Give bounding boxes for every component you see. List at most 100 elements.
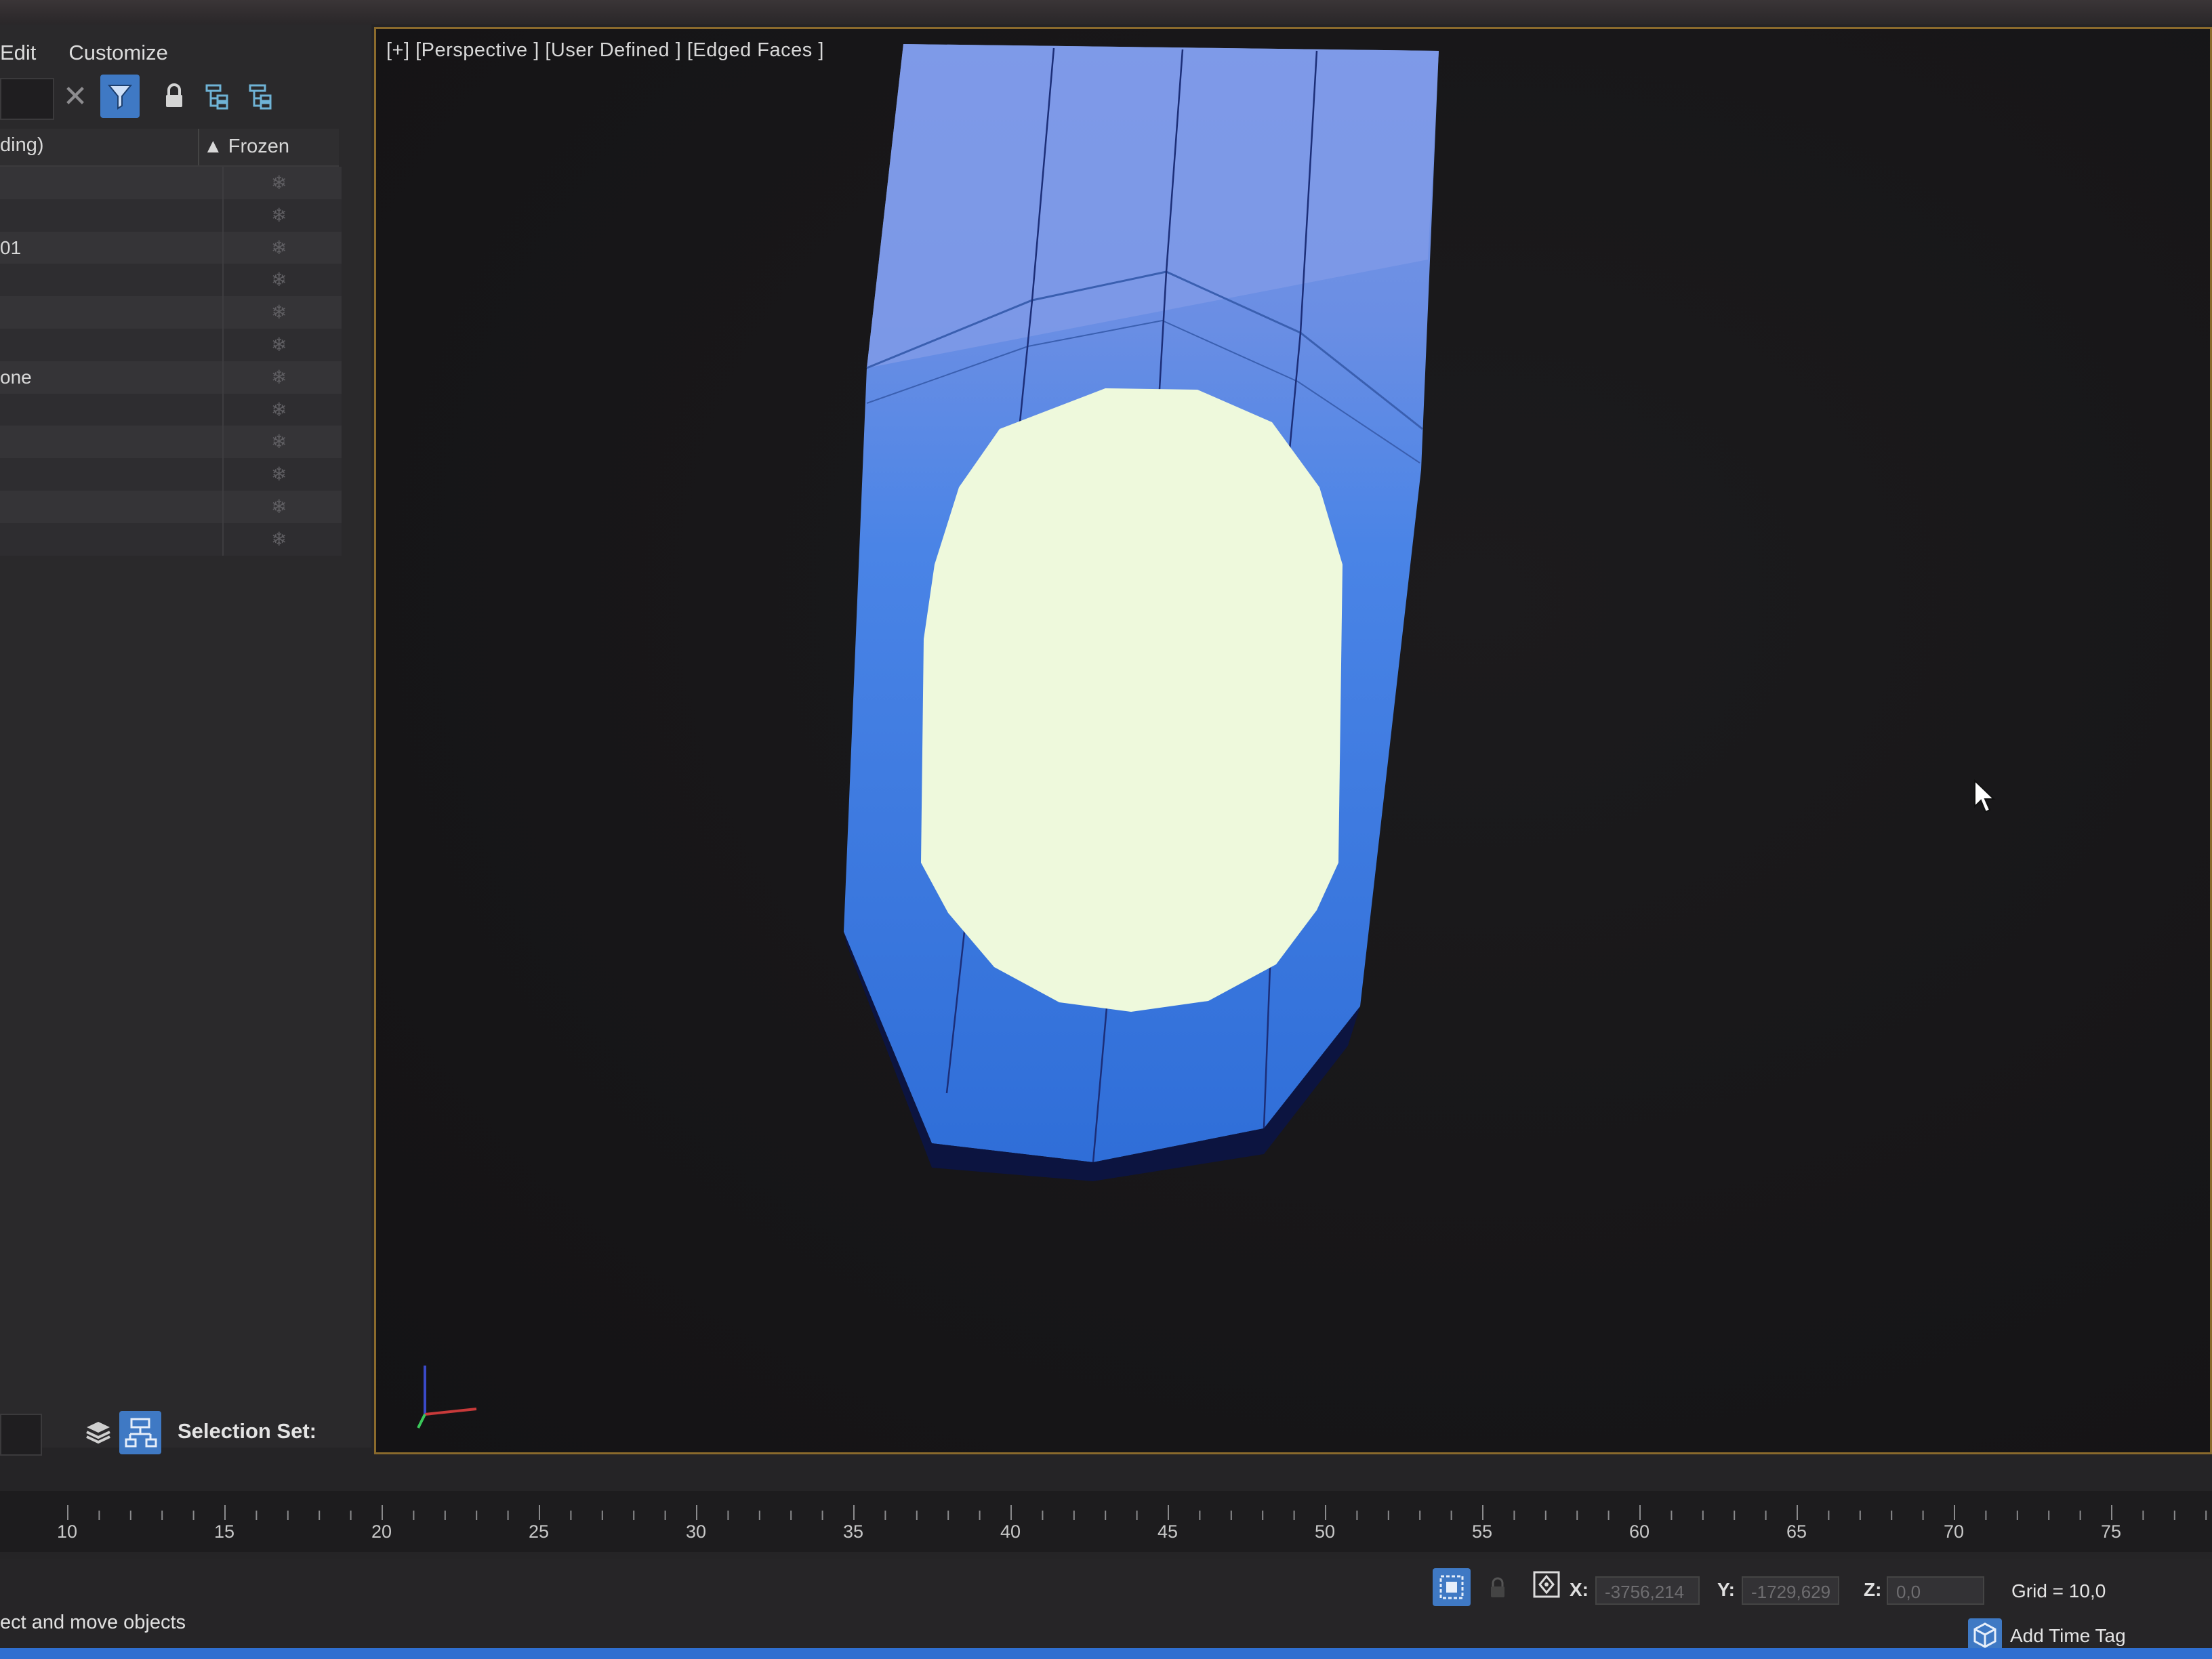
snowflake-icon: ❄ <box>271 302 287 323</box>
axis-gizmo <box>417 1366 477 1429</box>
frozen-cell[interactable]: ❄ <box>222 458 343 491</box>
frozen-cell[interactable]: ❄ <box>222 490 343 523</box>
snowflake-icon: ❄ <box>271 431 287 453</box>
frozen-cell[interactable]: ❄ <box>222 264 343 297</box>
time-tag-icon <box>1973 1622 1996 1648</box>
menu-customize[interactable]: Customize <box>68 41 167 65</box>
list-item[interactable]: ❄ <box>0 393 343 426</box>
selection-icon <box>1439 1575 1464 1599</box>
x-coordinate-field[interactable]: -3756,214 <box>1595 1576 1700 1605</box>
list-item[interactable]: ❄ <box>0 523 342 556</box>
frozen-cell[interactable]: ❄ <box>222 393 343 426</box>
hierarchy-view-button[interactable] <box>119 1411 161 1454</box>
snowflake-icon: ❄ <box>271 204 287 226</box>
list-item[interactable]: one ❄ <box>0 361 342 394</box>
monitor-bezel <box>0 0 2212 24</box>
perspective-viewport[interactable] <box>374 27 2212 1454</box>
selection-set-label: Selection Set: <box>178 1419 316 1443</box>
filter-icon <box>107 85 133 110</box>
frozen-cell[interactable]: ❄ <box>222 523 343 556</box>
timeline-frame-label: 50 <box>1315 1521 1336 1542</box>
z-coordinate-label: Z: <box>1864 1579 1882 1600</box>
object-name: 01 <box>0 237 22 258</box>
hierarchy-icon <box>249 84 272 110</box>
y-coordinate-field[interactable]: -1729,629 <box>1742 1576 1839 1605</box>
status-prompt: ect and move objects <box>0 1612 186 1633</box>
hierarchy-icon <box>205 84 228 110</box>
timeline-frame-label: 20 <box>371 1521 392 1542</box>
x-coordinate-label: X: <box>1570 1579 1589 1600</box>
column-name-header[interactable]: ding) <box>0 134 44 157</box>
explorer-menu-bar: Edit Customize <box>0 34 168 72</box>
layers-button[interactable] <box>80 1412 117 1453</box>
explorer-column-header: ding) ▲ Frozen <box>0 129 339 167</box>
absolute-mode-button[interactable] <box>1433 1568 1471 1606</box>
frozen-cell[interactable]: ❄ <box>222 199 343 232</box>
viewport-label[interactable]: [+] [Perspective ] [User Defined ] [Edge… <box>386 39 824 62</box>
close-icon: ✕ <box>62 79 88 113</box>
menu-edit[interactable]: Edit <box>0 41 36 65</box>
explorer-bottom-dropdown[interactable] <box>0 1414 42 1456</box>
frozen-cell[interactable]: ❄ <box>222 361 343 394</box>
frozen-cell[interactable]: ❄ <box>222 328 343 361</box>
hierarchy-icon <box>125 1418 157 1448</box>
lock-button[interactable] <box>155 75 194 118</box>
viewport-scene <box>417 44 1439 1429</box>
snowflake-icon: ❄ <box>271 237 287 258</box>
timeline-ticks <box>67 1505 2207 1520</box>
taskbar-edge <box>0 1648 2212 1659</box>
explorer-object-list: ❄ ❄ 01 ❄ ❄ ❄ ❄ one ❄ ❄ ❄ ❄ ❄ ❄ <box>0 167 342 556</box>
z-coordinate-field[interactable]: 0,0 <box>1887 1576 1984 1605</box>
timeline-frame-label: 70 <box>1944 1521 1965 1542</box>
layers-icon <box>86 1422 110 1444</box>
snowflake-icon: ❄ <box>271 464 287 485</box>
list-item[interactable]: ❄ <box>0 328 343 361</box>
frozen-cell[interactable]: ❄ <box>222 426 343 459</box>
snowflake-icon: ❄ <box>271 495 287 517</box>
snowflake-icon: ❄ <box>271 269 287 291</box>
timeline-frame-label: 10 <box>57 1521 78 1542</box>
frozen-cell[interactable]: ❄ <box>222 231 343 264</box>
offset-mode-button[interactable] <box>1530 1568 1563 1602</box>
snowflake-icon: ❄ <box>271 366 287 388</box>
timeline-frame-label: 35 <box>843 1521 864 1542</box>
explorer-toolbar: ✕ <box>0 75 366 122</box>
timeline-frame-label: 55 <box>1472 1521 1493 1542</box>
add-time-tag-label: Add Time Tag <box>2010 1625 2126 1646</box>
object-name: one <box>0 366 32 388</box>
clear-search-button[interactable]: ✕ <box>56 75 95 118</box>
add-time-tag-button[interactable] <box>1968 1618 2002 1652</box>
snowflake-icon: ❄ <box>271 528 287 550</box>
list-item[interactable]: ❄ <box>0 264 343 297</box>
filter-button[interactable] <box>100 75 140 118</box>
column-divider <box>198 129 199 165</box>
timeline-frame-label: 45 <box>1158 1521 1179 1542</box>
timeline-frame-label: 75 <box>2101 1521 2122 1542</box>
list-item[interactable]: ❄ <box>0 490 343 523</box>
grid-size-label: Grid = 10,0 <box>2011 1580 2106 1601</box>
list-item[interactable]: ❄ <box>0 458 342 491</box>
list-item[interactable]: 01 ❄ <box>0 231 343 264</box>
hierarchy-collapse-button[interactable] <box>241 75 281 118</box>
selection-lock-icon[interactable] <box>1488 1576 1507 1599</box>
list-item[interactable]: ❄ <box>0 199 342 232</box>
timeline-frame-label: 65 <box>1786 1521 1807 1542</box>
list-item[interactable]: ❄ <box>0 296 342 329</box>
timeline-frame-label: 60 <box>1629 1521 1650 1542</box>
y-coordinate-label: Y: <box>1717 1579 1735 1600</box>
hierarchy-expand-button[interactable] <box>198 75 237 118</box>
timeline-frame-label: 25 <box>529 1521 550 1542</box>
timeline-frame-label: 40 <box>1000 1521 1021 1542</box>
lock-icon <box>166 83 182 107</box>
transform-icon <box>1533 1571 1560 1598</box>
list-item[interactable]: ❄ <box>0 167 342 199</box>
snowflake-icon: ❄ <box>271 333 287 355</box>
snowflake-icon: ❄ <box>271 172 287 193</box>
frozen-cell[interactable]: ❄ <box>222 296 343 329</box>
frozen-cell[interactable]: ❄ <box>222 167 343 199</box>
status-bar <box>0 1559 2212 1659</box>
list-item[interactable]: ❄ <box>0 426 343 459</box>
timeline-frame-label: 15 <box>214 1521 235 1542</box>
column-frozen-header[interactable]: ▲ Frozen <box>203 136 289 158</box>
timeline-frame-label: 30 <box>686 1521 707 1542</box>
